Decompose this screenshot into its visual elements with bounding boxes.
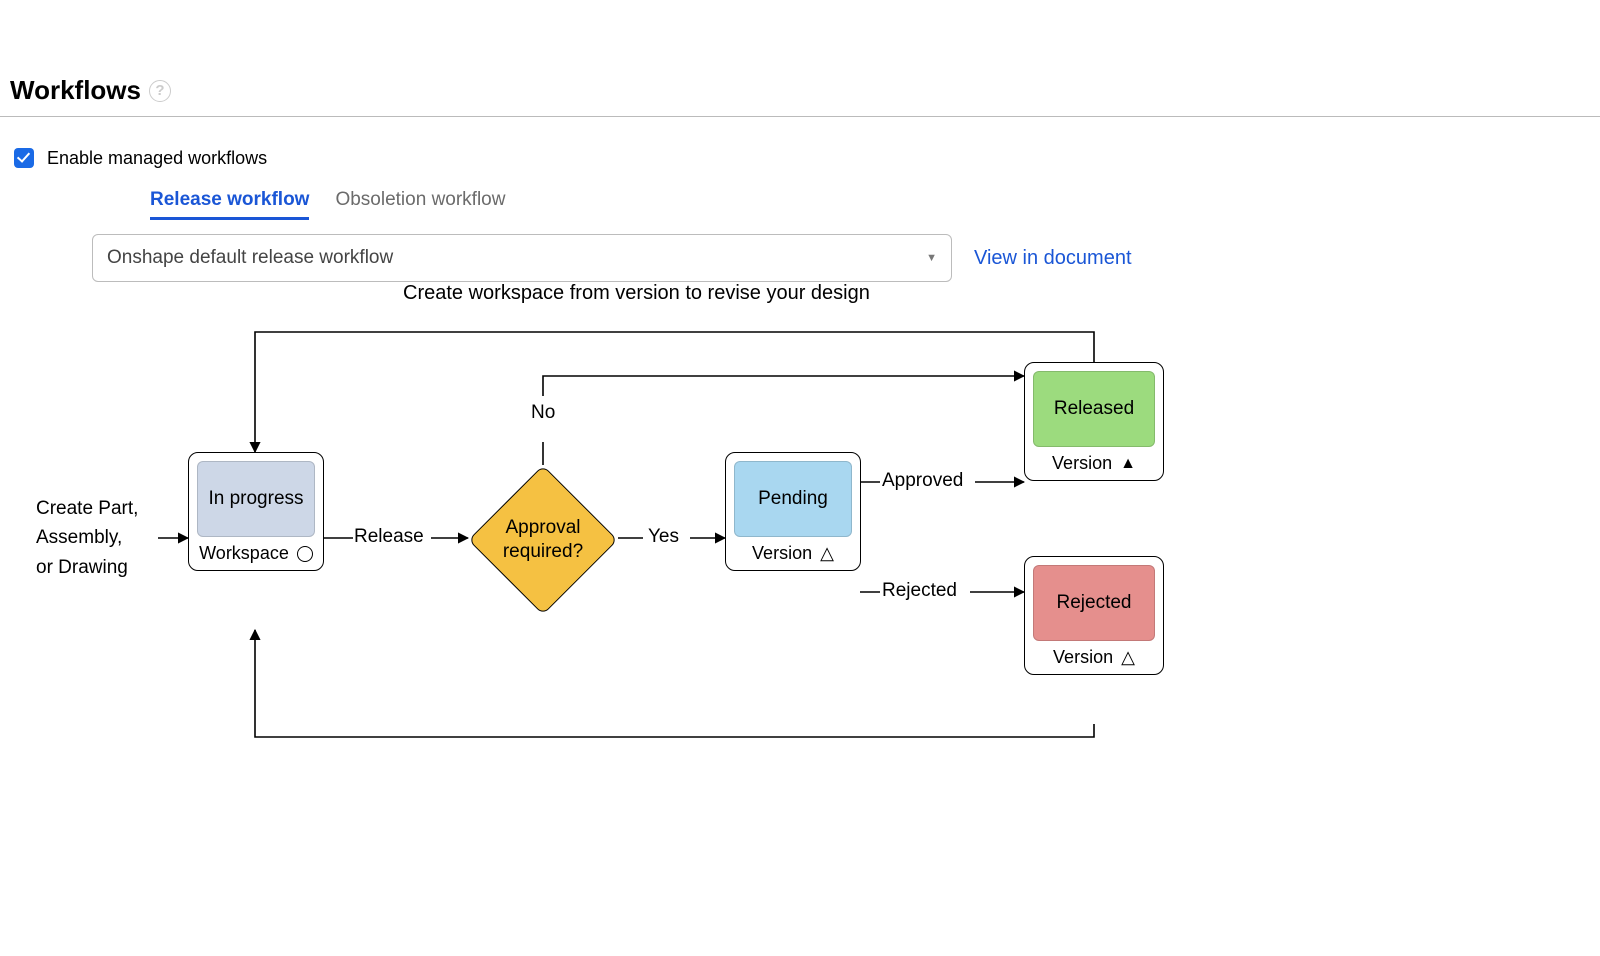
diagram-top-hint: Create workspace from version to revise …	[403, 282, 870, 305]
create-label: Create Part, Assembly, or Drawing	[36, 494, 138, 582]
tab-release-workflow[interactable]: Release workflow	[150, 189, 309, 220]
workflow-select[interactable]: Onshape default release workflow ▼	[92, 234, 952, 282]
node-pending-sub: Version	[752, 543, 812, 564]
help-icon[interactable]: ?	[149, 80, 171, 102]
enable-label: Enable managed workflows	[47, 148, 267, 169]
edge-rejected: Rejected	[882, 580, 957, 602]
edge-yes: Yes	[648, 526, 679, 548]
enable-managed-workflows-checkbox[interactable]	[14, 148, 34, 168]
node-in-progress-sub: Workspace	[199, 543, 289, 564]
decision-text: Approval required?	[478, 516, 608, 564]
tab-obsoletion-workflow[interactable]: Obsoletion workflow	[335, 189, 505, 220]
chevron-down-icon: ▼	[926, 252, 937, 264]
node-rejected-title: Rejected	[1033, 565, 1155, 641]
node-pending-title: Pending	[734, 461, 852, 537]
tabs: Release workflow Obsoletion workflow	[10, 171, 1590, 220]
version-solid-triangle-icon: ▲	[1120, 455, 1136, 473]
version-open-triangle-icon-2: △	[1121, 647, 1135, 668]
edge-release: Release	[354, 526, 424, 548]
node-rejected-sub: Version	[1053, 647, 1113, 668]
decision-approval-required: Approval required?	[468, 465, 618, 615]
workflow-select-value: Onshape default release workflow	[107, 247, 393, 269]
node-in-progress: In progress Workspace	[188, 452, 324, 571]
view-in-document-link[interactable]: View in document	[974, 247, 1132, 270]
node-released: Released Version ▲	[1024, 362, 1164, 481]
node-rejected: Rejected Version △	[1024, 556, 1164, 675]
page-title: Workflows ?	[10, 10, 1590, 116]
node-in-progress-title: In progress	[197, 461, 315, 537]
node-pending: Pending Version △	[725, 452, 861, 571]
node-released-sub: Version	[1052, 453, 1112, 474]
edge-no: No	[531, 402, 555, 424]
node-released-title: Released	[1033, 371, 1155, 447]
page-title-text: Workflows	[10, 75, 141, 106]
version-open-triangle-icon: △	[820, 543, 834, 564]
workflow-diagram: Create workspace from version to revise …	[28, 282, 1188, 742]
workspace-circle-icon	[297, 546, 313, 562]
edge-approved: Approved	[882, 470, 963, 492]
